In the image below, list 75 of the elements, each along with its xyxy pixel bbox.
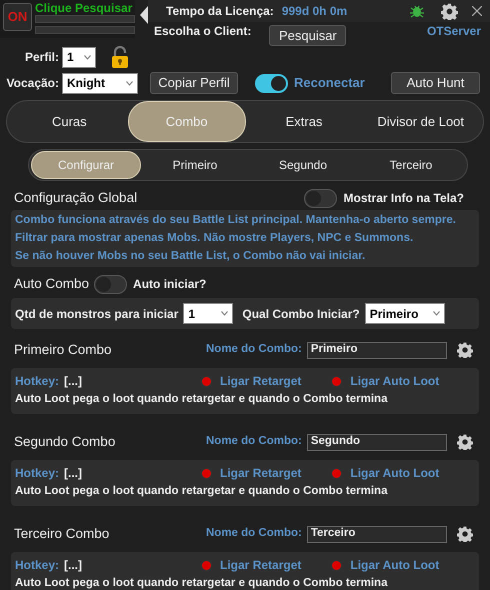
info-text: Filtrar para mostrar apenas Mobs. Não mostre Players, NPC e Summons. [15, 231, 414, 246]
info-text: Se não houver Mobs no seu Battle List, o Combo não vai iniciar. [15, 249, 366, 264]
license-label: Tempo da Licença: [166, 3, 274, 20]
caret-icon [126, 80, 133, 86]
profile-label: Perfil: [24, 49, 60, 66]
info-text: Combo funciona através do seu Battle List principal. Mantenha-o aberto sempre. [15, 213, 457, 228]
combo-note: Auto Loot pega o loot quando retargetar e quando o Combo termina [15, 576, 388, 590]
combo-title: Terceiro Combo [14, 524, 110, 543]
auto-loot-radio[interactable] [331, 560, 342, 570]
retarget-label: Ligar Retarget [220, 373, 302, 390]
combo-name-field[interactable]: Segundo [306, 434, 447, 450]
caret-icon [84, 54, 91, 60]
close-icon[interactable] [472, 6, 482, 16]
auto-combo-label: Auto Combo [14, 274, 90, 293]
collapse-arrow-icon[interactable] [140, 6, 148, 24]
retarget-label: Ligar Retarget [220, 557, 302, 574]
copy-profile-button[interactable]: Copiar Perfil [150, 72, 238, 94]
status-text: Clique Pesquisar [35, 0, 132, 17]
auto-loot-label: Ligar Auto Loot [350, 373, 440, 390]
caret-icon [432, 311, 440, 316]
combo-note: Auto Loot pega o loot quando retargetar e quando o Combo termina [15, 484, 388, 499]
combo-name-label: Nome do Combo: [206, 342, 302, 358]
tab[interactable]: Extras [246, 101, 362, 142]
retarget-radio[interactable] [201, 468, 212, 478]
profile-select[interactable]: 1 [62, 46, 96, 68]
start-combo-select[interactable]: Primeiro [364, 303, 445, 324]
settings-icon[interactable] [457, 434, 473, 450]
auto-start-label: Auto iniciar? [133, 276, 206, 293]
hotkey-value[interactable]: [...] [64, 372, 202, 390]
combo-name-label: Nome do Combo: [206, 434, 302, 450]
auto-combo-toggle[interactable] [94, 274, 128, 294]
tab[interactable]: Curas [11, 101, 128, 142]
vocation-label: Vocação: [6, 75, 60, 92]
combo-title: Segundo Combo [14, 432, 116, 451]
combo-name-field[interactable]: Terceiro [306, 526, 447, 542]
auto-loot-label: Ligar Auto Loot [350, 557, 440, 574]
sub-tab[interactable]: Terceiro [357, 151, 465, 179]
settings-icon[interactable] [457, 526, 473, 542]
combo-title: Primeiro Combo [14, 340, 113, 359]
bug-icon[interactable] [410, 4, 424, 18]
license-value: 999d 0h 0m [282, 3, 348, 20]
auto-loot-label: Ligar Auto Loot [350, 465, 440, 482]
sub-tab[interactable]: Primeiro [141, 151, 249, 179]
retarget-radio[interactable] [201, 560, 212, 570]
vocation-select[interactable]: Knight [62, 72, 138, 94]
show-info-label: Mostrar Info na Tela? [344, 190, 464, 207]
hotkey-value[interactable]: [...] [64, 556, 202, 574]
start-combo-label: Qual Combo Iniciar? [242, 306, 360, 322]
hotkey-label: Hotkey: [15, 465, 60, 482]
combo-name-field[interactable]: Primeiro [306, 342, 447, 358]
server-label: OTServer [426, 23, 481, 40]
sub-tab[interactable]: Segundo [249, 151, 357, 179]
settings-icon[interactable] [457, 342, 473, 358]
reconnect-label: Reconectar [294, 74, 365, 92]
retarget-radio[interactable] [201, 376, 212, 386]
unlocked-lock-icon[interactable] [111, 46, 129, 68]
settings-icon[interactable] [441, 2, 458, 20]
monster-count-select[interactable]: 1 [183, 303, 234, 324]
client-label: Escolha o Client: [154, 23, 252, 40]
auto-loot-radio[interactable] [331, 468, 342, 478]
section-title: Configuração Global [14, 188, 138, 207]
monster-count-label: Qtd de monstros para iniciar [15, 306, 178, 322]
search-button[interactable]: Pesquisar [269, 24, 346, 46]
hotkey-label: Hotkey: [15, 557, 60, 574]
tab[interactable]: Divisor de Loot [362, 101, 480, 142]
show-info-toggle[interactable] [304, 188, 337, 208]
combo-note: Auto Loot pega o loot quando retargetar e quando o Combo termina [15, 392, 388, 407]
hotkey-value[interactable]: [...] [64, 464, 202, 482]
reconnect-toggle[interactable] [255, 74, 288, 92]
hotkey-label: Hotkey: [15, 373, 60, 390]
caret-icon [221, 311, 228, 316]
retarget-label: Ligar Retarget [220, 465, 302, 482]
auto-hunt-button[interactable]: Auto Hunt [391, 72, 480, 94]
combo-name-label: Nome do Combo: [206, 526, 302, 542]
auto-loot-radio[interactable] [331, 376, 342, 386]
